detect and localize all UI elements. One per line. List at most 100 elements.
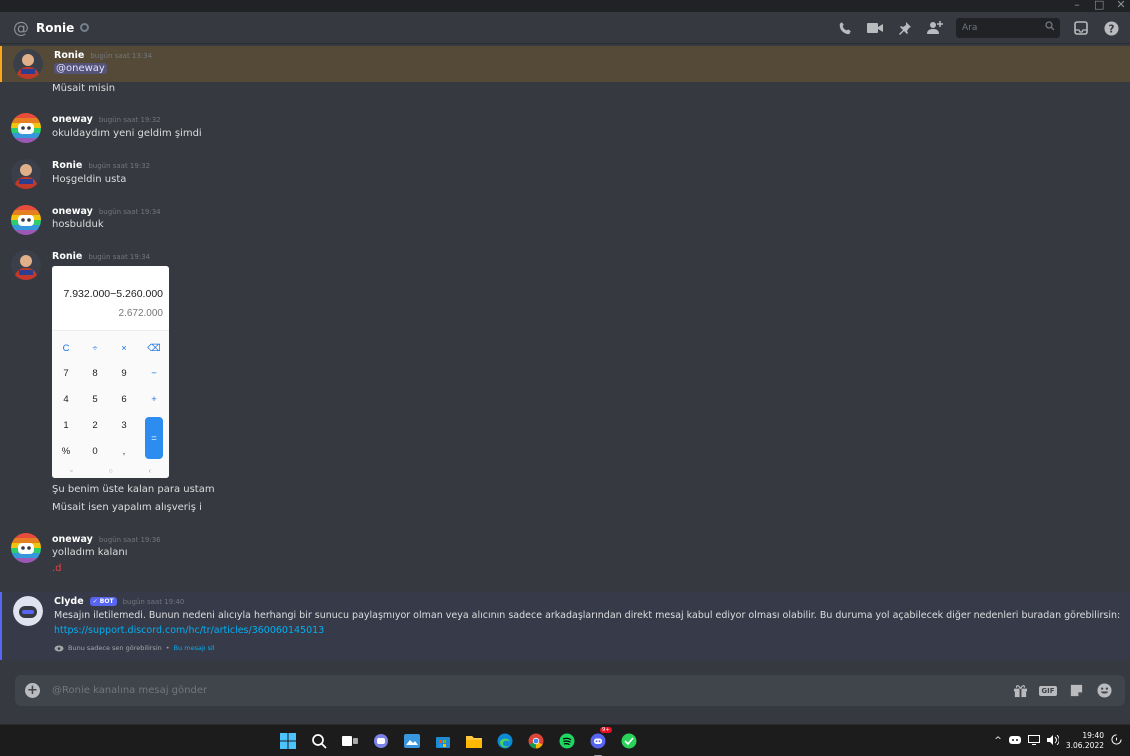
- minimize-icon[interactable]: –: [1072, 0, 1082, 11]
- notifications-icon[interactable]: [1111, 734, 1122, 748]
- message-item[interactable]: Ronie bugün saat 13:34 @oneway: [0, 46, 1130, 82]
- phone-nav-bar: ▫ ○ ‹: [52, 468, 169, 475]
- maximize-icon[interactable]: □: [1094, 0, 1104, 11]
- gif-button[interactable]: GIF: [1039, 682, 1057, 700]
- file-explorer-button[interactable]: [464, 731, 484, 751]
- avatar[interactable]: [11, 159, 41, 189]
- dismiss-message-link[interactable]: Bu mesajı sil: [174, 644, 215, 652]
- timestamp: bugün saat 19:40: [122, 597, 185, 606]
- calc-key: 0: [92, 446, 98, 457]
- composer-area: + GIF: [0, 664, 1130, 724]
- message-item[interactable]: Ronie bugün saat 19:34: [0, 248, 1130, 518]
- chrome-browser-button[interactable]: [526, 731, 546, 751]
- calc-key: 6: [121, 394, 127, 405]
- voice-call-button[interactable]: [836, 19, 854, 37]
- add-friends-to-dm-button[interactable]: [926, 19, 944, 37]
- timestamp: bugün saat 19:32: [98, 115, 161, 124]
- calc-key: −: [151, 368, 157, 379]
- author-name[interactable]: oneway: [52, 534, 93, 545]
- message-input[interactable]: [52, 685, 952, 696]
- message-header: oneway bugün saat 19:36: [52, 534, 161, 545]
- pinned-messages-button[interactable]: [896, 19, 914, 37]
- teams-chat-button[interactable]: [371, 731, 391, 751]
- start-button[interactable]: [278, 731, 298, 751]
- avatar[interactable]: [11, 113, 41, 143]
- task-view-button[interactable]: [340, 731, 360, 751]
- author-name[interactable]: Ronie: [54, 50, 84, 61]
- timestamp: bugün saat 19:34: [88, 252, 151, 261]
- volume-icon[interactable]: [1046, 734, 1060, 748]
- svg-text:?: ?: [1108, 23, 1114, 35]
- inbox-button[interactable]: [1072, 19, 1090, 37]
- message-text: @oneway: [54, 63, 107, 74]
- gif-label: GIF: [1039, 685, 1057, 696]
- widgets-button[interactable]: [402, 731, 422, 751]
- avatar[interactable]: [13, 49, 43, 79]
- calculator-expression: 7.932.000−5.260.000: [63, 288, 163, 300]
- help-button[interactable]: ?: [1102, 19, 1120, 37]
- message-header: oneway bugün saat 19:34: [52, 206, 161, 217]
- message-item[interactable]: oneway bugün saat 19:34 hosbulduk: [0, 202, 1130, 238]
- message-header: Ronie bugün saat 19:32: [52, 160, 150, 171]
- edge-browser-button[interactable]: [495, 731, 515, 751]
- message-text: hosbulduk: [52, 219, 104, 230]
- calculator-result: 2.672.000: [118, 308, 164, 319]
- calc-key: C: [62, 343, 70, 354]
- timestamp: bugün saat 19:32: [88, 161, 151, 170]
- message-item[interactable]: oneway bugün saat 19:32 okuldaydım yeni …: [0, 110, 1130, 146]
- upload-plus-button[interactable]: +: [25, 683, 40, 698]
- spotify-button[interactable]: [557, 731, 577, 751]
- calculator-display: 7.932.000−5.260.000 2.672.000: [52, 266, 169, 330]
- home-icon: ○: [108, 468, 113, 475]
- message-text: Şu benim üste kalan para ustam: [52, 484, 215, 495]
- app-button[interactable]: [619, 731, 639, 751]
- image-attachment[interactable]: 7.932.000−5.260.000 2.672.000 C ÷ × ⌫ 7 …: [52, 266, 169, 478]
- message-text: .d: [52, 563, 62, 574]
- avatar[interactable]: [11, 533, 41, 563]
- discord-taskbar-button[interactable]: 9+: [588, 727, 612, 756]
- author-name[interactable]: Ronie: [52, 251, 82, 262]
- message-item[interactable]: oneway bugün saat 19:36 yolladım kalanı …: [0, 530, 1130, 582]
- calc-key: 8: [92, 368, 98, 379]
- calc-key: 1: [63, 420, 69, 431]
- author-name: Clyde: [54, 596, 84, 607]
- video-call-button[interactable]: [866, 19, 884, 37]
- search-icon: [1045, 21, 1055, 31]
- author-name[interactable]: oneway: [52, 114, 93, 125]
- discord-tray-icon[interactable]: [1008, 735, 1021, 748]
- clock-date: 3.06.2022: [1065, 741, 1104, 750]
- emoji-button[interactable]: [1095, 682, 1113, 700]
- message-text: okuldaydım yeni geldim şimdi: [52, 128, 202, 139]
- author-name[interactable]: Ronie: [52, 160, 82, 171]
- timestamp: bugün saat 19:36: [98, 535, 161, 544]
- user-mention[interactable]: @oneway: [54, 63, 107, 74]
- ephemeral-text: Bunu sadece sen görebilirsin: [68, 644, 162, 652]
- avatar[interactable]: [11, 250, 41, 280]
- search-taskbar-button[interactable]: [309, 731, 329, 751]
- chevron-up-icon[interactable]: ^: [994, 736, 1002, 746]
- message-header: Clyde ✓ BOT bugün saat 19:40: [54, 596, 184, 607]
- calc-key: 4: [63, 394, 69, 405]
- bot-tag: ✓ BOT: [89, 597, 117, 606]
- avatar[interactable]: [11, 205, 41, 235]
- store-button[interactable]: [433, 731, 453, 751]
- window-controls: – □ ✕: [1072, 0, 1126, 11]
- clyde-system-message[interactable]: Clyde ✓ BOT bugün saat 19:40 Mesajın ile…: [0, 592, 1130, 660]
- eye-icon: [54, 645, 64, 651]
- close-icon[interactable]: ✕: [1116, 0, 1126, 11]
- support-link[interactable]: https://support.discord.com/hc/tr/articl…: [54, 625, 324, 636]
- separator-dot: •: [165, 644, 170, 652]
- search-input[interactable]: Ara: [956, 18, 1060, 38]
- system-tray: ^ 19:40 3.06.2022: [994, 725, 1122, 756]
- calc-key: ÷: [92, 343, 98, 354]
- author-name[interactable]: oneway: [52, 206, 93, 217]
- calc-key: =: [145, 417, 163, 459]
- calc-key: 2: [92, 420, 98, 431]
- calc-key: 5: [92, 394, 98, 405]
- sticker-button[interactable]: [1067, 682, 1085, 700]
- monitor-icon[interactable]: [1027, 734, 1040, 748]
- gift-button[interactable]: [1011, 682, 1029, 700]
- taskbar-apps: 9+: [278, 725, 639, 756]
- taskbar-clock[interactable]: 19:40 3.06.2022: [1066, 731, 1104, 751]
- message-item[interactable]: Ronie bugün saat 19:32 Hoşgeldin usta: [0, 157, 1130, 193]
